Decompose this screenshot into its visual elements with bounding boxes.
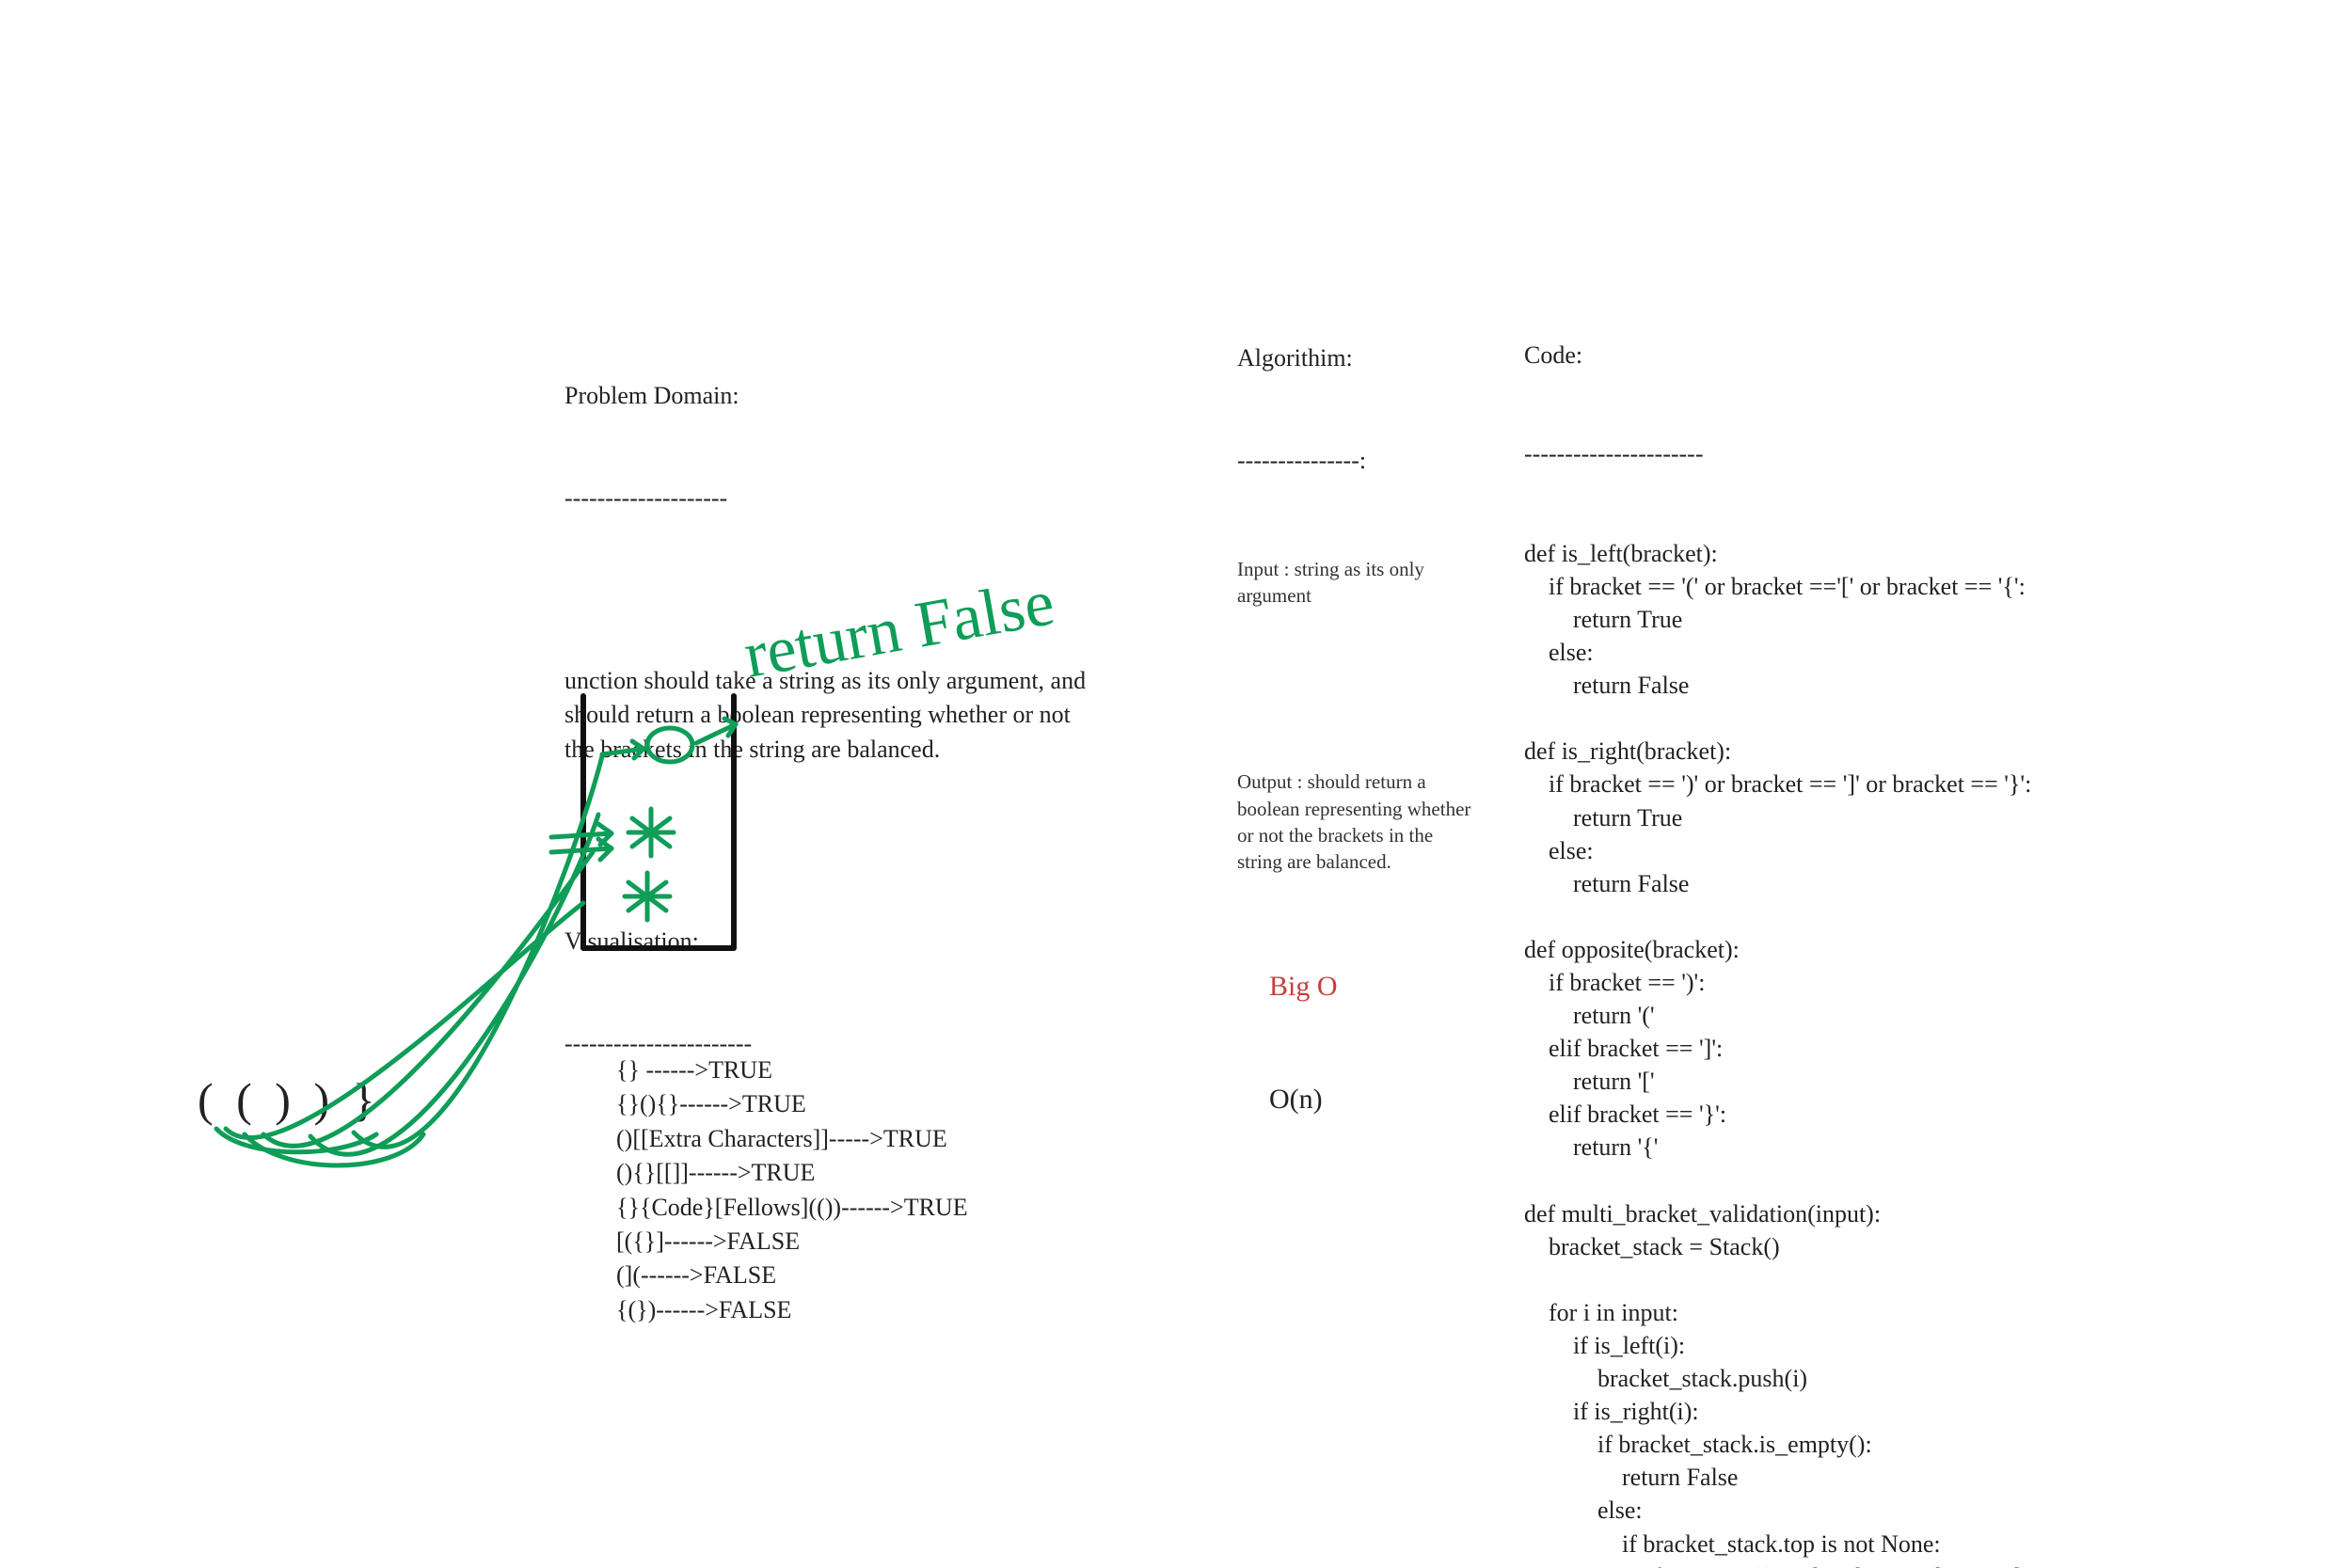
problem-domain-heading: Problem Domain: (564, 379, 1091, 413)
example-line: (](------>FALSE (616, 1259, 1143, 1292)
example-line: {} ------>TRUE (616, 1053, 1143, 1087)
algorithm-output: Output : should return a boolean represe… (1237, 768, 1482, 875)
bigo-label: Big O (1269, 967, 1482, 1006)
example-line: {(})------>FALSE (616, 1293, 1143, 1327)
bracket-sequence-text: ( ( ) ) } (198, 1072, 381, 1127)
problem-domain-body: unction should take a string as its only… (564, 664, 1091, 767)
code-body: def is_left(bracket): if bracket == '(' … (1524, 537, 2079, 1568)
example-line: {}{Code}[Fellows](())------>TRUE (616, 1191, 1143, 1225)
bigo-value: O(n) (1269, 1080, 1482, 1119)
example-line: {}(){}------>TRUE (616, 1087, 1143, 1121)
example-line: [({}]------>FALSE (616, 1225, 1143, 1259)
algorithm-column: Algorithim: ---------------: Input : str… (1237, 273, 1482, 1154)
problem-domain-dash: -------------------- (564, 482, 1091, 515)
problem-domain-column: Problem Domain: -------------------- unc… (564, 310, 1091, 1096)
example-line: (){}[[]]------>TRUE (616, 1156, 1143, 1190)
code-column: Code: ---------------------- def is_left… (1524, 273, 2079, 1568)
code-dash: ---------------------- (1524, 437, 2079, 470)
examples-list: {} ------>TRUE {}(){}------>TRUE ()[[Ext… (616, 1053, 1143, 1327)
example-line: ()[[Extra Characters]]----->TRUE (616, 1122, 1143, 1156)
flow-loop (216, 1129, 423, 1165)
visualisation-heading: Visualisation: (564, 925, 1091, 958)
algorithm-input: Input : string as its only argument (1237, 556, 1482, 610)
algorithm-dash: ---------------: (1237, 444, 1482, 478)
algorithm-heading: Algorithim: (1237, 341, 1482, 375)
code-heading: Code: (1524, 339, 2079, 372)
